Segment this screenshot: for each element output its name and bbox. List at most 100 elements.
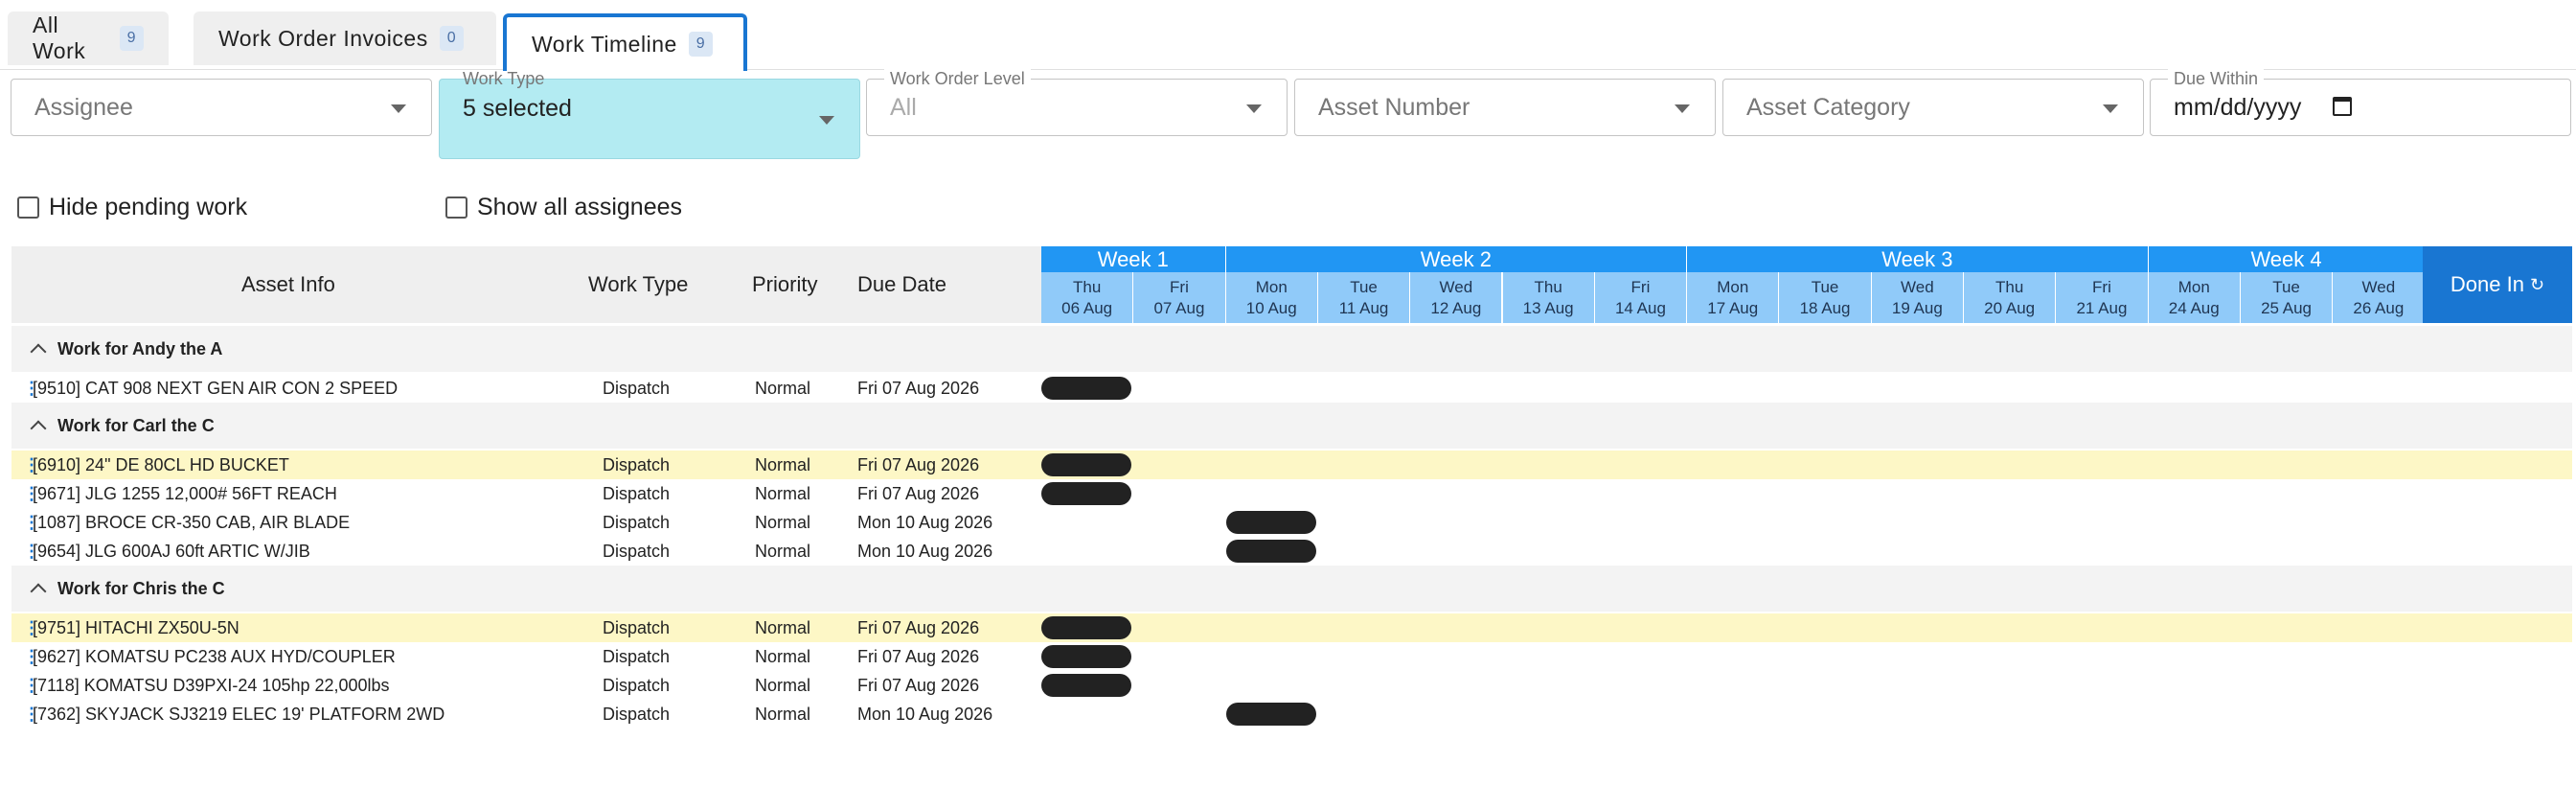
table-row[interactable]: ⋮ [9627] KOMATSU PC238 AUX HYD/COUPLER Dis…: [11, 642, 2572, 671]
work-type-label: Work Type: [463, 69, 545, 88]
calendar-icon[interactable]: [2333, 97, 2352, 116]
column-priority[interactable]: Priority: [752, 246, 817, 323]
week-header: Week 3: [1687, 246, 2149, 272]
done-in-header[interactable]: Done In ↻: [2423, 246, 2572, 323]
column-due-date[interactable]: Due Date: [857, 246, 946, 323]
priority-cell: Normal: [755, 676, 811, 695]
timeline-bar[interactable]: [1225, 540, 1316, 563]
asset-info-cell: [7362] SKYJACK SJ3219 ELEC 19' PLATFORM …: [33, 705, 445, 724]
timeline-bar[interactable]: [1041, 377, 1132, 400]
day-header: Thu 20 Aug: [1964, 272, 2057, 323]
priority-cell: Normal: [755, 455, 811, 474]
work-type-cell: Dispatch: [603, 379, 671, 398]
day-header: Tue 11 Aug: [1317, 272, 1411, 323]
caret-down-icon: [391, 104, 406, 113]
tab-all-work[interactable]: All Work 9: [8, 12, 169, 65]
day-date: 26 Aug: [2353, 298, 2405, 317]
work-order-level-label: Work Order Level: [884, 69, 1031, 89]
table-row[interactable]: ⋮ [6910] 24" DE 80CL HD BUCKET Dispatch Nor…: [11, 451, 2572, 479]
refresh-icon[interactable]: ↻: [2530, 275, 2544, 295]
day-date: 25 Aug: [2261, 298, 2313, 317]
work-type-select[interactable]: Work Type 5 selected: [439, 69, 860, 159]
table-row[interactable]: ⋮ [9751] HITACHI ZX50U-5N Dispatch Normal Fr…: [11, 613, 2572, 642]
day-header: Wed 26 Aug: [2333, 272, 2426, 323]
chevron-up-icon[interactable]: [30, 343, 47, 360]
table-row[interactable]: ⋮ [7362] SKYJACK SJ3219 ELEC 19' PLATFORM…: [11, 700, 2572, 728]
table-row[interactable]: ⋮ [9671] JLG 1255 12,000# 56FT REACH Dispa…: [11, 479, 2572, 508]
timeline-bar[interactable]: [1225, 511, 1316, 534]
chevron-up-icon[interactable]: [30, 420, 47, 437]
work-type-cell: Dispatch: [603, 513, 671, 532]
due-date-cell: Mon 10 Aug 2026: [857, 513, 993, 532]
due-date-cell: Fri 07 Aug 2026: [857, 676, 980, 695]
asset-category-placeholder: Asset Category: [1746, 93, 1910, 121]
timeline-bar[interactable]: [1041, 482, 1132, 505]
work-type-value: 5 selected: [463, 95, 572, 122]
timeline-bar[interactable]: [1041, 453, 1132, 476]
tab-work-timeline[interactable]: Work Timeline 9: [503, 13, 747, 71]
table-row[interactable]: ⋮ [7118] KOMATSU D39PXI-24 105hp 22,000lb…: [11, 671, 2572, 700]
day-date: 13 Aug: [1522, 298, 1574, 317]
day-of-week: Wed: [1439, 277, 1473, 296]
work-type-cell: Dispatch: [603, 484, 671, 503]
priority-cell: Normal: [755, 379, 811, 398]
assignee-select[interactable]: Assignee: [11, 79, 432, 136]
day-header: Fri 14 Aug: [1594, 272, 1688, 323]
day-date: 11 Aug: [1338, 298, 1389, 317]
timeline-bar[interactable]: [1225, 703, 1316, 726]
day-of-week: Thu: [1073, 277, 1102, 296]
timeline-bar[interactable]: [1041, 674, 1132, 697]
due-date-cell: Fri 07 Aug 2026: [857, 647, 980, 666]
day-of-week: Tue: [1811, 277, 1839, 296]
hide-pending-checkbox[interactable]: Hide pending work: [17, 194, 247, 221]
caret-down-icon: [1675, 104, 1690, 113]
column-work-type[interactable]: Work Type: [588, 246, 688, 323]
asset-info-cell: [9510] CAT 908 NEXT GEN AIR CON 2 SPEED: [33, 379, 399, 398]
table-row[interactable]: ⋮ [1087] BROCE CR-350 CAB, AIR BLADE Dispa…: [11, 508, 2572, 537]
day-of-week: Tue: [1350, 277, 1378, 296]
day-header: Thu 06 Aug: [1041, 272, 1134, 323]
day-header: Fri 07 Aug: [1133, 272, 1226, 323]
day-header: Mon 24 Aug: [2148, 272, 2241, 323]
group-header[interactable]: Work for Chris the C: [11, 566, 2572, 612]
work-order-level-select[interactable]: Work Order Level All: [866, 69, 1288, 136]
chevron-up-icon[interactable]: [30, 583, 47, 600]
timeline-bar[interactable]: [1041, 616, 1132, 639]
day-of-week: Fri: [1170, 277, 1189, 296]
day-header: Mon 17 Aug: [1687, 272, 1780, 323]
column-asset-info[interactable]: Asset Info: [241, 246, 335, 323]
assignee-placeholder: Assignee: [34, 93, 133, 121]
work-order-level-value: All: [890, 93, 917, 121]
week-header: Week 1: [1041, 246, 1226, 272]
done-in-label: Done In: [2450, 272, 2524, 296]
asset-category-select[interactable]: Asset Category: [1722, 79, 2144, 136]
due-date-cell: Mon 10 Aug 2026: [857, 542, 993, 561]
hide-pending-label: Hide pending work: [49, 194, 248, 220]
timeline-bar[interactable]: [1041, 645, 1132, 668]
group-header[interactable]: Work for Andy the A: [11, 326, 2572, 372]
checkbox-icon[interactable]: [17, 196, 39, 219]
checkbox-icon[interactable]: [445, 196, 467, 219]
asset-info-cell: [6910] 24" DE 80CL HD BUCKET: [33, 455, 289, 474]
week-header: Week 2: [1225, 246, 1688, 272]
count-badge: 9: [119, 26, 144, 51]
tab-work-order-invoices[interactable]: Work Order Invoices 0: [194, 12, 496, 65]
caret-down-icon: [1246, 104, 1262, 113]
group-title: Work for Carl the C: [57, 415, 215, 435]
asset-number-placeholder: Asset Number: [1318, 93, 1470, 121]
show-all-assignees-checkbox[interactable]: Show all assignees: [445, 194, 682, 221]
due-date-cell: Mon 10 Aug 2026: [857, 705, 993, 724]
asset-number-select[interactable]: Asset Number: [1294, 79, 1716, 136]
priority-cell: Normal: [755, 647, 811, 666]
due-date-cell: Fri 07 Aug 2026: [857, 455, 980, 474]
day-header: Fri 21 Aug: [2056, 272, 2149, 323]
count-badge: 0: [439, 26, 465, 51]
table-row[interactable]: ⋮ [9654] JLG 600AJ 60ft ARTIC W/JIB Dispat…: [11, 537, 2572, 566]
table-row[interactable]: ⋮ [9510] CAT 908 NEXT GEN AIR CON 2 SPEED…: [11, 374, 2572, 403]
group-header[interactable]: Work for Carl the C: [11, 403, 2572, 449]
day-of-week: Wed: [2361, 277, 2396, 296]
asset-info-cell: [9627] KOMATSU PC238 AUX HYD/COUPLER: [33, 647, 396, 666]
tab-bar: All Work 9 Work Order Invoices 0 Work Ti…: [0, 0, 2576, 71]
due-within-date-input[interactable]: Due Within mm/dd/yyyy: [2150, 69, 2571, 136]
caret-down-icon: [819, 116, 834, 125]
